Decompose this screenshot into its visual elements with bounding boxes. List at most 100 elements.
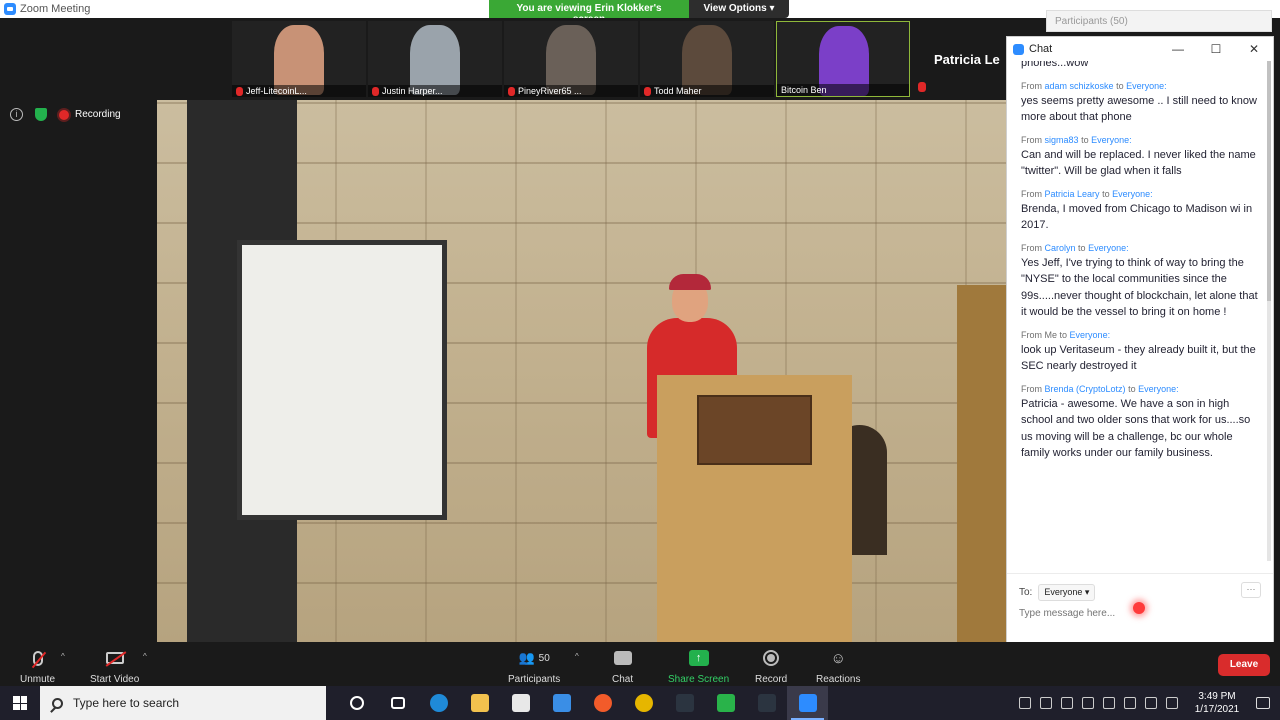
more-options-button[interactable]: ··· [1241,582,1261,598]
tray-app-icon[interactable] [1019,697,1031,709]
chat-messages[interactable]: phones...wow From adam schizkoske to Eve… [1021,61,1261,581]
message-target[interactable]: Everyone: [1091,135,1132,145]
recording-indicator: Recording [59,109,121,120]
info-icon[interactable]: i [10,108,23,121]
viewing-banner-text: You are viewing Erin Klokker's screen [489,0,689,25]
message-target[interactable]: Everyone: [1126,81,1167,91]
chat-message: From Me to Everyone: look up Veritaseum -… [1021,330,1261,375]
taskbar-clock[interactable]: 3:49 PM 1/17/2021 [1187,690,1247,716]
muted-icon [644,86,651,96]
participants-button[interactable]: 👥 50 Participants [508,648,560,685]
taskbar-app[interactable] [787,686,828,720]
zoom-logo-icon [1013,43,1024,55]
chat-message: phones...wow [1021,61,1261,72]
mail-icon [552,694,571,712]
volume-icon[interactable] [1124,697,1136,709]
notification-icon[interactable] [1256,697,1270,709]
participant-thumbnail[interactable]: Todd Maher [640,21,774,97]
video-off-icon [105,652,124,664]
leave-button[interactable]: Leave [1218,654,1270,676]
participant-name: PineyRiver65 ... [518,86,582,96]
share-screen-button[interactable]: ↑ Share Screen [668,648,729,685]
to-label: to [1059,329,1068,340]
participants-icon: 👥 [518,650,535,665]
taskbar-app[interactable] [377,686,418,720]
participants-count: 50 [538,652,550,664]
participants-caret[interactable]: ^ [575,652,579,661]
taskbar-app[interactable] [623,686,664,720]
tray-app-icon[interactable] [1061,697,1073,709]
chat-message-input[interactable] [1019,608,1219,619]
taskbar-app[interactable] [541,686,582,720]
participant-thumbnail[interactable]: PineyRiver65 ... [504,21,638,97]
close-icon[interactable]: ✕ [1235,42,1273,56]
share-screen-icon: ↑ [688,650,709,666]
participants-window-title[interactable]: Participants (50) [1046,10,1272,32]
taskbar-app[interactable] [418,686,459,720]
windows-logo-icon [13,696,27,710]
from-label: From Me [1021,329,1057,340]
message-sender[interactable]: Patricia Leary [1045,189,1100,199]
message-sender[interactable]: Carolyn [1045,243,1076,253]
audio-options-caret[interactable]: ^ [61,652,65,661]
muted-icon [372,86,379,96]
network-icon[interactable] [1145,697,1157,709]
tray-app-icon[interactable] [1040,697,1052,709]
record-button[interactable]: Record [755,648,787,685]
tray-app-icon[interactable] [1103,697,1115,709]
to-label: to [1081,134,1089,145]
start-button[interactable] [0,686,40,720]
participant-name: Bitcoin Ben [781,85,827,95]
message-meta: From Carolyn to Everyone: [1021,243,1261,253]
pinned-apps [336,686,828,720]
recipient-dropdown[interactable]: Everyone ▾ [1038,584,1096,601]
minimize-icon[interactable]: — [1159,42,1197,56]
chrome-icon [634,694,653,712]
message-sender[interactable]: Brenda (CryptoLotz) [1045,384,1126,394]
message-target[interactable]: Everyone: [1112,189,1153,199]
participant-name: Todd Maher [654,86,702,96]
taskbar-app[interactable] [336,686,377,720]
participant-thumbnail[interactable]: Jeff-LitecoinL... [232,21,366,97]
message-target[interactable]: Everyone: [1070,330,1111,340]
message-meta: From Brenda (CryptoLotz) to Everyone: [1021,384,1261,394]
message-target[interactable]: Everyone: [1138,384,1179,394]
view-options-button[interactable]: View Options ▾ [689,0,789,18]
screen: Zoom Meeting You are viewing Erin Klokke… [0,0,1280,720]
taskbar-app[interactable] [705,686,746,720]
shared-video [157,100,1006,642]
onedrive-icon[interactable] [1166,697,1178,709]
taskbar-app[interactable] [582,686,623,720]
unmute-button[interactable]: Unmute [20,648,55,685]
meeting-status-bar: i Recording [10,108,121,121]
participant-name: Justin Harper... [382,86,443,96]
maximize-icon[interactable]: ☐ [1197,42,1235,56]
participant-thumbnail[interactable]: Bitcoin Ben [776,21,910,97]
taskbar-app[interactable] [459,686,500,720]
message-text: Yes Jeff, I've trying to think of way to… [1021,256,1258,319]
reactions-button[interactable]: ☺ Reactions [816,648,860,686]
muted-icon [236,86,243,96]
record-label: Record [755,674,788,685]
share-screen-label: Share Screen [668,674,730,685]
message-text: Can and will be replaced. I never liked … [1021,148,1256,178]
taskbar-search-box[interactable]: Type here to search [40,686,326,720]
security-shield-icon[interactable] [35,108,47,121]
from-label: From [1021,242,1042,253]
message-sender[interactable]: adam schizkoske [1045,81,1114,91]
tray-app-icon[interactable] [1082,697,1094,709]
start-video-button[interactable]: Start Video [90,648,139,685]
window-title: Zoom Meeting [20,3,91,15]
taskbar-app[interactable] [664,686,705,720]
chat-message: From adam schizkoske to Everyone: yes see… [1021,81,1261,126]
taskbar-app[interactable] [746,686,787,720]
chat-scrollbar-thumb[interactable] [1267,61,1271,301]
taskbar-app[interactable] [500,686,541,720]
chat-message-list: From adam schizkoske to Everyone: yes see… [1021,81,1261,462]
message-sender[interactable]: sigma83 [1045,135,1079,145]
chat-button[interactable]: Chat [612,648,633,685]
message-target[interactable]: Everyone: [1088,243,1129,253]
from-label: From [1021,188,1042,199]
video-options-caret[interactable]: ^ [143,652,147,661]
participant-thumbnail[interactable]: Justin Harper... [368,21,502,97]
